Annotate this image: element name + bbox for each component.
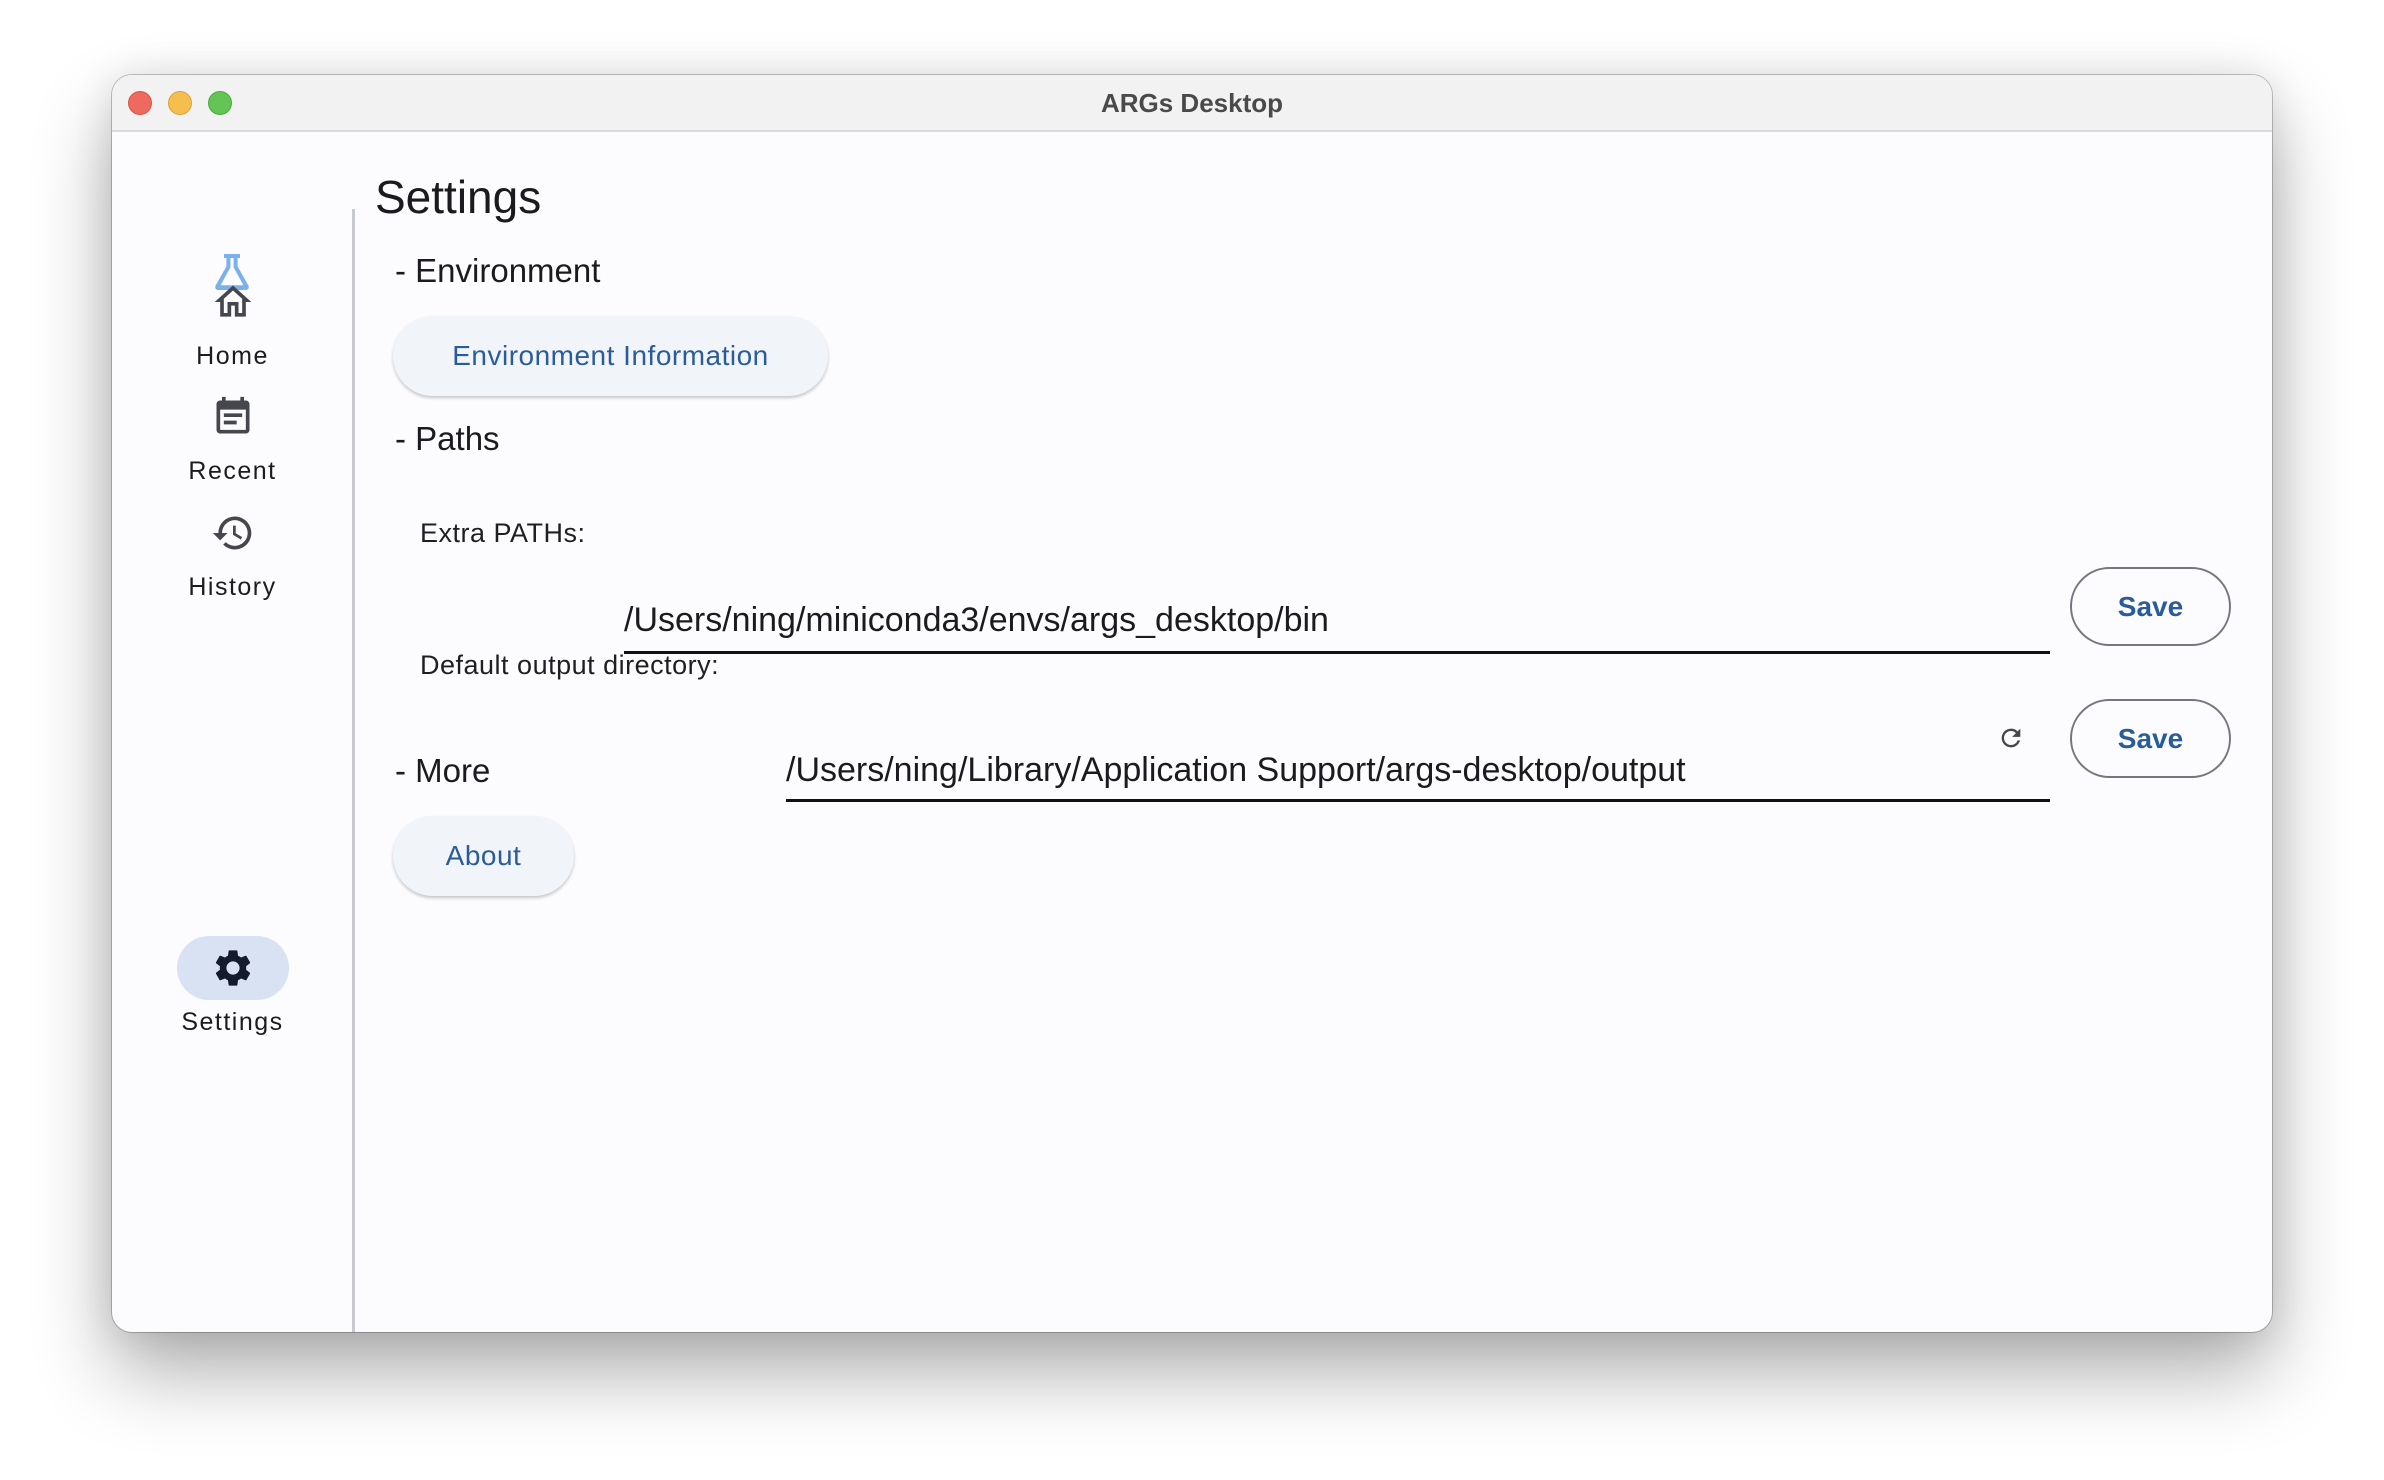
nav-label-settings: Settings [181,1008,284,1036]
settings-page: Settings - Environment Environment Infor… [355,132,2272,1332]
history-icon [212,516,251,550]
save-output-directory-button[interactable]: Save [2070,699,2231,778]
page-title: Settings [375,171,542,223]
section-header-more: - More [395,752,491,789]
section-header-paths: - Paths [395,420,500,457]
nav-item-settings[interactable]: Settings [112,936,353,1037]
output-directory-label: Default output directory: [420,650,720,680]
window-title: ARGs Desktop [1100,88,1284,118]
nav-item-recent[interactable]: Recent [112,385,353,486]
title-bar: ARGs Desktop [112,75,2272,132]
extra-paths-field[interactable] [624,594,2050,654]
app-window: ARGs Desktop Home Recent History Setting… [112,75,2272,1332]
about-button[interactable]: About [393,816,574,896]
extra-paths-input[interactable] [624,594,2050,646]
save-extra-paths-button[interactable]: Save [2070,567,2231,646]
output-directory-input[interactable] [786,744,1966,796]
section-header-environment: - Environment [395,252,601,289]
nav-item-home[interactable]: Home [112,270,353,371]
refresh-icon[interactable] [1997,724,2025,752]
environment-information-button[interactable]: Environment Information [393,316,828,396]
nav-label-home: Home [196,342,269,370]
nav-label-recent: Recent [188,457,277,485]
nav-label-history: History [188,573,277,601]
extra-paths-label: Extra PATHs: [420,518,586,548]
home-icon [214,285,251,317]
nav-item-history[interactable]: History [112,501,353,602]
navigation-rail: Home Recent History Settings [112,132,355,1332]
calendar-icon [216,396,249,434]
output-directory-field[interactable] [786,744,2050,802]
gear-icon [215,950,250,986]
